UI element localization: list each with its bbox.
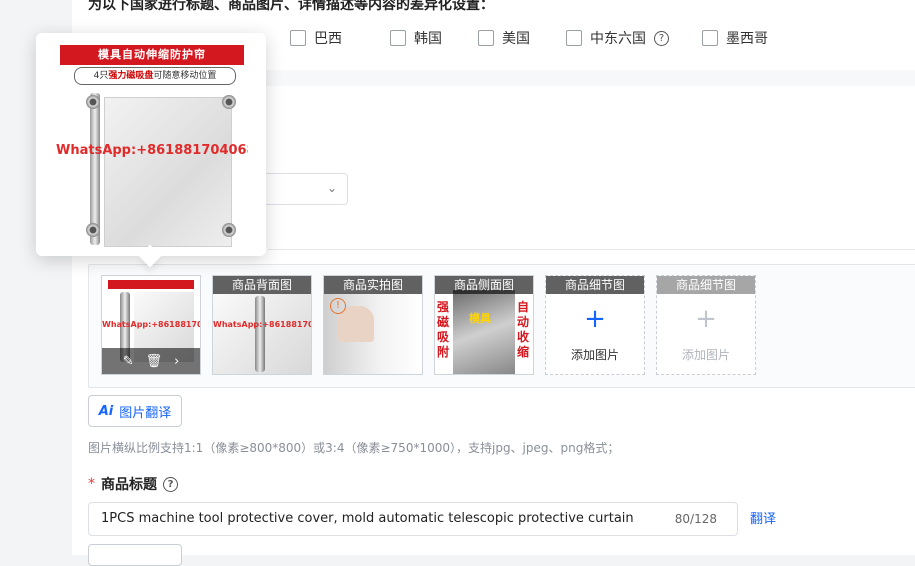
divider [268, 249, 915, 250]
country-checkbox-korea[interactable]: 韩国 [390, 28, 442, 48]
thumb-right-text: 自动收缩 [517, 300, 530, 359]
magnet-icon [222, 223, 236, 237]
edit-icon[interactable]: ✎ [123, 354, 134, 369]
checkbox-icon[interactable] [290, 30, 306, 46]
section-header: 为以下国家进行标题、商品图片、详情描述等内容的差异化设置： [88, 0, 494, 13]
product-title-value[interactable]: 1PCS machine tool protective cover, mold… [101, 511, 634, 526]
preview-banner: 模具自动伸缩防护帘 [60, 45, 244, 65]
product-image-real[interactable]: 商品实拍图 ! [323, 275, 423, 375]
country-label: 韩国 [414, 31, 442, 47]
thumb-watermark: WhatsApp:+8618817040688 [102, 320, 200, 329]
product-image-main[interactable]: WhatsApp:+8618817040688 ✎ 🗑 › [101, 275, 201, 375]
product-title-label: * 商品标题 ? [88, 474, 178, 494]
ai-icon: Ai [98, 403, 114, 419]
magnet-icon [86, 223, 100, 237]
chevron-right-icon[interactable]: › [174, 354, 179, 369]
thumb-banner [108, 280, 194, 289]
add-image-label: 添加图片 [681, 348, 730, 362]
checkbox-icon[interactable] [478, 30, 494, 46]
country-label: 墨西哥 [726, 31, 768, 47]
translate-link[interactable]: 翻译 [750, 508, 776, 527]
thumb-label: 商品侧面图 [435, 276, 533, 294]
checkbox-icon[interactable] [566, 30, 582, 46]
country-label: 中东六国 [590, 31, 646, 47]
thumb-label: 商品细节图 [546, 276, 644, 294]
preview-subtitle-suffix: 可随意移动位置 [153, 71, 217, 81]
plus-icon: + [695, 304, 717, 334]
thumb-left-text: 强磁吸附 [437, 300, 450, 359]
thumb-label: 商品细节图 [657, 276, 755, 294]
thumb-label: 商品实拍图 [324, 276, 422, 294]
required-mark: * [88, 476, 95, 492]
country-checkbox-usa[interactable]: 美国 [478, 28, 530, 48]
add-image-label: 添加图片 [570, 348, 619, 362]
magnet-icon [222, 95, 236, 109]
product-title-input[interactable]: 1PCS machine tool protective cover, mold… [88, 502, 738, 536]
checkbox-icon[interactable] [390, 30, 406, 46]
chevron-down-icon: ⌄ [326, 181, 337, 195]
delete-icon[interactable]: 🗑 [146, 354, 163, 369]
thumb-center-text: 模具 [469, 312, 491, 325]
thumb-watermark: WhatsApp:+8618817040688 [213, 320, 311, 329]
country-label: 巴西 [314, 31, 342, 47]
char-counter: 80/128 [674, 512, 717, 526]
image-requirements-hint: 图片横纵比例支持1:1（像素≥800*800）或3:4（像素≥750*1000）… [88, 441, 620, 455]
country-label: 美国 [502, 31, 530, 47]
product-image-side[interactable]: 商品侧面图 强磁吸附 自动收缩 模具 [434, 275, 534, 375]
image-translate-label: 图片翻译 [119, 405, 172, 421]
bottom-action-button[interactable] [88, 544, 182, 566]
magnet-icon [86, 95, 100, 109]
thumb-label: 商品背面图 [213, 276, 311, 294]
thumb-actions: ✎ 🗑 › [102, 348, 200, 374]
curtain-sheet [104, 97, 232, 247]
product-image-preview: 模具自动伸缩防护帘 4只强力磁吸盘可随意移动位置 WhatsApp:+86188… [56, 43, 248, 247]
help-icon[interactable]: ? [163, 476, 178, 492]
product-image-back[interactable]: 商品背面图 WhatsApp:+8618817040688 [212, 275, 312, 375]
help-icon[interactable]: ? [654, 30, 669, 46]
plus-icon[interactable]: + [546, 306, 644, 332]
preview-subtitle-bold: 强力磁吸盘 [108, 71, 154, 81]
curtain-pole [255, 296, 265, 372]
country-checkbox-mexico[interactable]: 墨西哥 [702, 28, 768, 48]
product-image-detail-add-disabled: 商品细节图 + 添加图片 [656, 275, 756, 375]
country-checkbox-brazil[interactable]: 巴西 [290, 28, 342, 48]
thumb-image [453, 290, 515, 374]
product-image-detail-add[interactable]: 商品细节图 + 添加图片 [545, 275, 645, 375]
country-checkbox-middle-east[interactable]: 中东六国 ? [566, 28, 669, 48]
product-title-text: 商品标题 [101, 477, 157, 493]
preview-subtitle-prefix: 4只 [93, 71, 109, 81]
preview-subtitle: 4只强力磁吸盘可随意移动位置 [74, 67, 236, 85]
image-preview-popover: 模具自动伸缩防护帘 4只强力磁吸盘可随意移动位置 WhatsApp:+86188… [36, 33, 266, 256]
checkbox-icon[interactable] [702, 30, 718, 46]
preview-watermark: WhatsApp:+8618817040688 [56, 143, 248, 158]
info-badge-icon: ! [330, 298, 346, 314]
image-translate-button[interactable]: Ai 图片翻译 [88, 395, 182, 427]
